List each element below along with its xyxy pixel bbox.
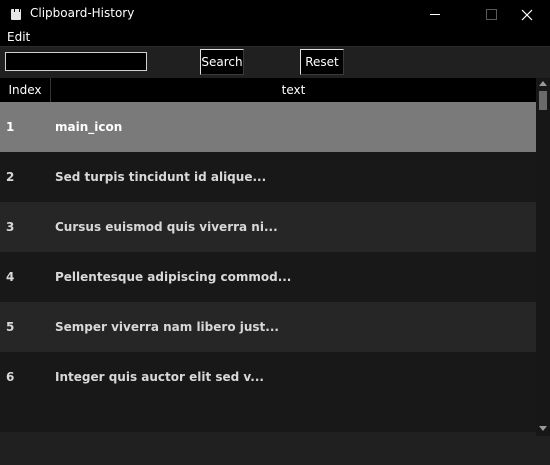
table-row[interactable]: 2 Sed turpis tincidunt id alique... — [0, 152, 536, 202]
row-index: 4 — [6, 270, 15, 284]
window-title: Clipboard-History — [30, 6, 135, 20]
close-icon — [521, 9, 533, 21]
row-index: 6 — [6, 370, 15, 384]
table-row[interactable]: 6 Integer quis auctor elit sed v... — [0, 352, 536, 402]
close-button[interactable] — [504, 0, 550, 29]
scroll-up-icon[interactable] — [539, 81, 547, 86]
row-text: main_icon — [55, 120, 123, 134]
search-input[interactable] — [5, 52, 147, 71]
row-text: Cursus euismod quis viverra ni... — [55, 220, 278, 234]
row-text: Sed turpis tincidunt id alique... — [55, 170, 267, 184]
table-row[interactable]: 5 Semper viverra nam libero just... — [0, 302, 536, 352]
row-index: 2 — [6, 170, 15, 184]
row-text: Integer quis auctor elit sed v... — [55, 370, 264, 384]
row-index: 1 — [6, 120, 15, 134]
history-table: 1 main_icon 2 Sed turpis tincidunt id al… — [0, 102, 536, 432]
table-row[interactable]: 1 main_icon — [0, 102, 536, 152]
row-index: 5 — [6, 320, 15, 334]
row-text: Semper viverra nam libero just... — [55, 320, 279, 334]
column-header-index[interactable]: Index — [0, 78, 50, 102]
scrollbar-thumb[interactable] — [539, 91, 547, 110]
vertical-scrollbar[interactable] — [536, 78, 550, 436]
table-row[interactable]: 3 Cursus euismod quis viverra ni... — [0, 202, 536, 252]
minimize-button[interactable] — [412, 0, 458, 29]
menu-bar: Edit — [0, 29, 550, 47]
row-text: Pellentesque adipiscing commod... — [55, 270, 292, 284]
row-index: 3 — [6, 220, 15, 234]
maximize-button[interactable] — [458, 0, 504, 29]
table-header: Index text — [0, 78, 536, 102]
search-button[interactable]: Search — [200, 49, 244, 75]
scroll-down-icon[interactable] — [539, 426, 547, 431]
title-bar[interactable]: Clipboard-History — [0, 0, 550, 29]
column-header-text[interactable]: text — [51, 78, 536, 102]
reset-button[interactable]: Reset — [300, 49, 344, 75]
toolbar: Search Reset — [0, 47, 550, 78]
menu-edit[interactable]: Edit — [7, 30, 30, 44]
table-row[interactable]: 4 Pellentesque adipiscing commod... — [0, 252, 536, 302]
clipboard-icon — [11, 8, 21, 20]
